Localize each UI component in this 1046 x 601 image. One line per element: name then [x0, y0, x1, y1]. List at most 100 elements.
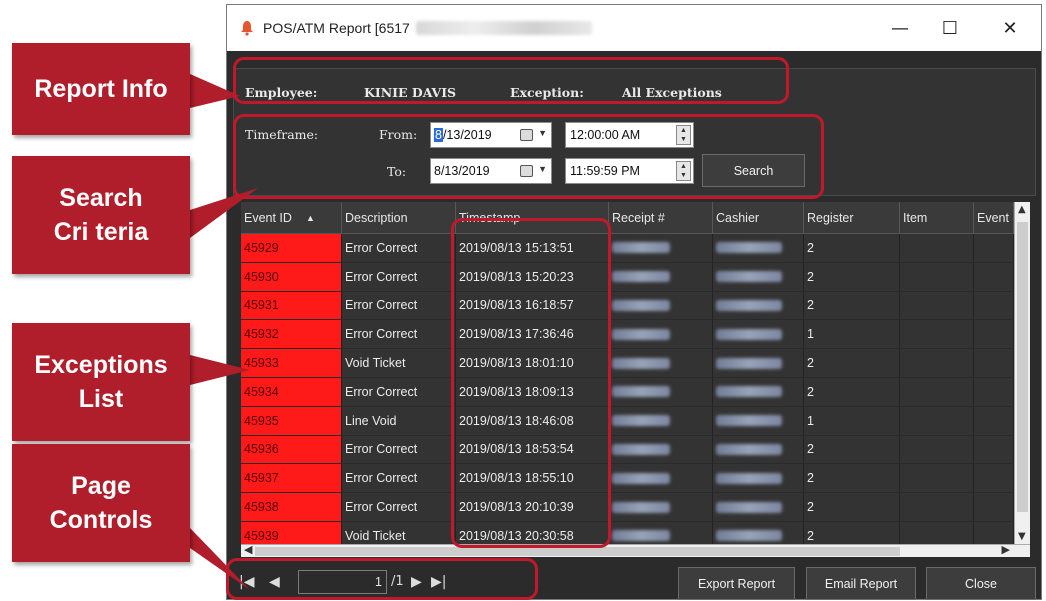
redacted-value — [716, 415, 782, 427]
column-header-timestamp[interactable]: Timestamp — [456, 202, 609, 234]
redacted-value — [716, 472, 782, 484]
chevron-down-icon[interactable]: ▼ — [538, 128, 547, 138]
to-label: To: — [387, 164, 407, 179]
scroll-up-icon[interactable]: ▲ — [1018, 204, 1026, 215]
cashier-cell — [713, 377, 804, 406]
maximize-button[interactable]: ☐ — [927, 5, 973, 51]
register-cell: 1 — [804, 320, 900, 349]
scroll-right-icon[interactable]: ▶ — [1002, 543, 1010, 556]
event-id-cell: 45931 — [241, 291, 342, 320]
item-cell — [900, 234, 974, 262]
title-bar[interactable]: POS/ATM Report [6517 — ☐ ✕ — [227, 5, 1041, 51]
bell-icon — [241, 21, 253, 36]
timestamp-cell: 2019/08/13 18:55:10 — [456, 464, 609, 493]
table-row[interactable]: 45938 Error Correct 2019/08/13 20:10:39 2 — [241, 493, 1014, 522]
column-header-cashier[interactable]: Cashier — [713, 202, 804, 234]
column-header-event[interactable]: Event — [974, 202, 1014, 234]
table-row[interactable]: 45932 Error Correct 2019/08/13 17:36:46 1 — [241, 320, 1014, 350]
event-cell — [974, 521, 1014, 544]
event-cell — [974, 435, 1014, 464]
exceptions-grid[interactable]: Event ID ▲ Description Timestamp Receipt… — [241, 202, 1030, 557]
horizontal-scrollbar[interactable]: ◀ ▶ — [241, 543, 1030, 557]
table-row[interactable]: 45929 Error Correct 2019/08/13 15:13:51 2 — [241, 234, 1014, 263]
event-id-cell: 45938 — [241, 493, 342, 521]
register-cell: 2 — [804, 435, 900, 464]
event-id-cell: 45933 — [241, 349, 342, 377]
redacted-value — [612, 242, 670, 254]
table-row[interactable]: 45936 Error Correct 2019/08/13 18:53:54 2 — [241, 435, 1014, 465]
from-time-text: 12:00:00 AM — [570, 128, 641, 142]
spinner-icon[interactable]: ▲ ▼ — [676, 161, 691, 181]
close-button[interactable]: Close — [926, 567, 1036, 600]
redacted-value — [612, 472, 670, 484]
table-row[interactable]: 45931 Error Correct 2019/08/13 16:18:57 2 — [241, 291, 1014, 321]
event-cell — [974, 464, 1014, 493]
callout-exceptions-line1: Exceptions — [34, 351, 168, 379]
event-id-cell: 45939 — [241, 521, 342, 544]
timestamp-cell: 2019/08/13 15:13:51 — [456, 234, 609, 262]
column-header-item[interactable]: Item — [900, 202, 974, 234]
table-row[interactable]: 45939 Void Ticket 2019/08/13 20:30:58 2 — [241, 521, 1014, 544]
scroll-left-icon[interactable]: ◀ — [244, 543, 252, 556]
from-date-picker[interactable]: 8/13/2019 ▼ — [430, 122, 552, 148]
redacted-value — [716, 242, 782, 254]
first-page-icon[interactable]: |◀ — [239, 574, 255, 590]
scroll-down-icon[interactable]: ▼ — [1018, 531, 1026, 542]
from-time-input[interactable]: 12:00:00 AM ▲ ▼ — [565, 122, 694, 148]
timestamp-cell: 2019/08/13 17:36:46 — [456, 320, 609, 349]
column-header-receipt[interactable]: Receipt # — [609, 202, 713, 234]
horizontal-scroll-thumb[interactable] — [255, 547, 900, 556]
vertical-scrollbar[interactable]: ▲ ▼ — [1014, 202, 1030, 544]
callout-report-info-line1: Report Info — [34, 75, 168, 103]
sort-ascending-icon: ▲ — [305, 213, 315, 223]
previous-page-icon[interactable]: ◀ — [269, 574, 280, 590]
cashier-cell — [713, 435, 804, 464]
column-header-register[interactable]: Register — [804, 202, 900, 234]
email-report-button[interactable]: Email Report — [806, 567, 916, 600]
redacted-value — [716, 271, 782, 283]
table-row[interactable]: 45930 Error Correct 2019/08/13 15:20:23 2 — [241, 262, 1014, 292]
column-header-event-id[interactable]: Event ID ▲ — [241, 202, 342, 234]
item-cell — [900, 349, 974, 377]
table-row[interactable]: 45934 Error Correct 2019/08/13 18:09:13 2 — [241, 377, 1014, 407]
grid-body: 45929 Error Correct 2019/08/13 15:13:51 2 45… — [241, 234, 1014, 544]
employee-value: KINIE DAVIS — [364, 85, 457, 100]
register-cell: 2 — [804, 262, 900, 291]
register-cell: 2 — [804, 377, 900, 406]
vertical-scroll-thumb[interactable] — [1017, 222, 1028, 512]
timestamp-cell: 2019/08/13 20:30:58 — [456, 521, 609, 544]
event-cell — [974, 262, 1014, 291]
cashier-cell — [713, 521, 804, 544]
redacted-value — [716, 328, 782, 340]
timeframe-label: Timeframe: — [245, 127, 319, 142]
item-cell — [900, 435, 974, 464]
last-page-icon[interactable]: ▶| — [431, 574, 447, 590]
receipt-cell — [609, 234, 713, 262]
chevron-down-icon[interactable]: ▼ — [538, 164, 547, 174]
description-cell: Error Correct — [342, 291, 456, 320]
cashier-cell — [713, 464, 804, 493]
window-close-button[interactable]: ✕ — [987, 5, 1033, 51]
redacted-value — [612, 299, 670, 311]
to-date-picker[interactable]: 8/13/2019 ▼ — [430, 158, 552, 184]
next-page-icon[interactable]: ▶ — [411, 574, 422, 590]
column-header-description[interactable]: Description — [342, 202, 456, 234]
to-time-input[interactable]: 11:59:59 PM ▲ ▼ — [565, 158, 694, 184]
minimize-button[interactable]: — — [877, 5, 923, 51]
spinner-icon[interactable]: ▲ ▼ — [676, 125, 691, 145]
table-row[interactable]: 45937 Error Correct 2019/08/13 18:55:10 2 — [241, 464, 1014, 494]
table-row[interactable]: 45935 Line Void 2019/08/13 18:46:08 1 — [241, 406, 1014, 436]
export-report-button[interactable]: Export Report — [678, 567, 795, 600]
page-number-input[interactable]: 1 — [298, 570, 387, 594]
from-label: From: — [379, 127, 418, 142]
table-row[interactable]: 45933 Void Ticket 2019/08/13 18:01:10 2 — [241, 349, 1014, 378]
redacted-value — [716, 443, 782, 455]
calendar-icon[interactable] — [520, 165, 533, 177]
timestamp-cell: 2019/08/13 18:53:54 — [456, 435, 609, 464]
search-button[interactable]: Search — [702, 154, 805, 187]
register-cell: 1 — [804, 406, 900, 435]
calendar-icon[interactable] — [520, 129, 533, 141]
redacted-value — [716, 386, 782, 398]
receipt-cell — [609, 377, 713, 406]
event-cell — [974, 377, 1014, 406]
